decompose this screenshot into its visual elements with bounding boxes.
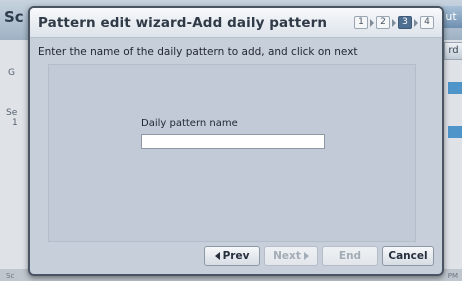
cancel-button-label: Cancel: [388, 250, 428, 262]
status-left-text: Sc: [6, 272, 15, 280]
cancel-button[interactable]: Cancel: [382, 246, 434, 266]
dialog-title: Pattern edit wizard-Add daily pattern: [38, 15, 328, 31]
step-1: 1: [354, 16, 368, 29]
step-arrow-icon: [392, 18, 396, 27]
daily-pattern-name-label: Daily pattern name: [141, 118, 238, 129]
form-panel: Daily pattern name: [48, 64, 416, 242]
step-2: 2: [376, 16, 390, 29]
prev-button[interactable]: Prev: [204, 246, 260, 266]
pattern-wizard-dialog: Pattern edit wizard-Add daily pattern 1 …: [28, 6, 444, 276]
end-button-label: End: [338, 250, 362, 262]
daily-pattern-name-input[interactable]: [141, 134, 325, 149]
step-arrow-icon: [414, 18, 418, 27]
end-button[interactable]: End: [322, 246, 378, 266]
background-label-text: 1: [12, 118, 18, 128]
step-4: 4: [420, 16, 434, 29]
next-button-label: Next: [273, 250, 301, 262]
wizard-step-indicator: 1 2 3 4: [354, 16, 434, 29]
next-button[interactable]: Next: [264, 246, 318, 266]
prev-button-label: Prev: [222, 250, 250, 262]
dialog-header: Pattern edit wizard-Add daily pattern 1 …: [30, 8, 442, 38]
status-time-text: PM: [447, 272, 458, 280]
background-label-text: Se: [6, 108, 18, 118]
background-indicator: [448, 82, 462, 94]
background-tab[interactable]: rd: [444, 42, 462, 60]
background-indicator: [448, 126, 462, 138]
background-label: Se 1: [6, 108, 18, 128]
arrow-left-icon: [214, 252, 220, 260]
step-3-current: 3: [398, 16, 412, 29]
background-title: Sc: [4, 8, 24, 26]
instruction-text: Enter the name of the daily pattern to a…: [38, 46, 358, 58]
arrow-right-icon: [303, 252, 309, 260]
step-arrow-icon: [370, 18, 374, 27]
background-label: G: [8, 68, 15, 78]
dialog-footer: Prev Next End Cancel: [30, 238, 442, 274]
